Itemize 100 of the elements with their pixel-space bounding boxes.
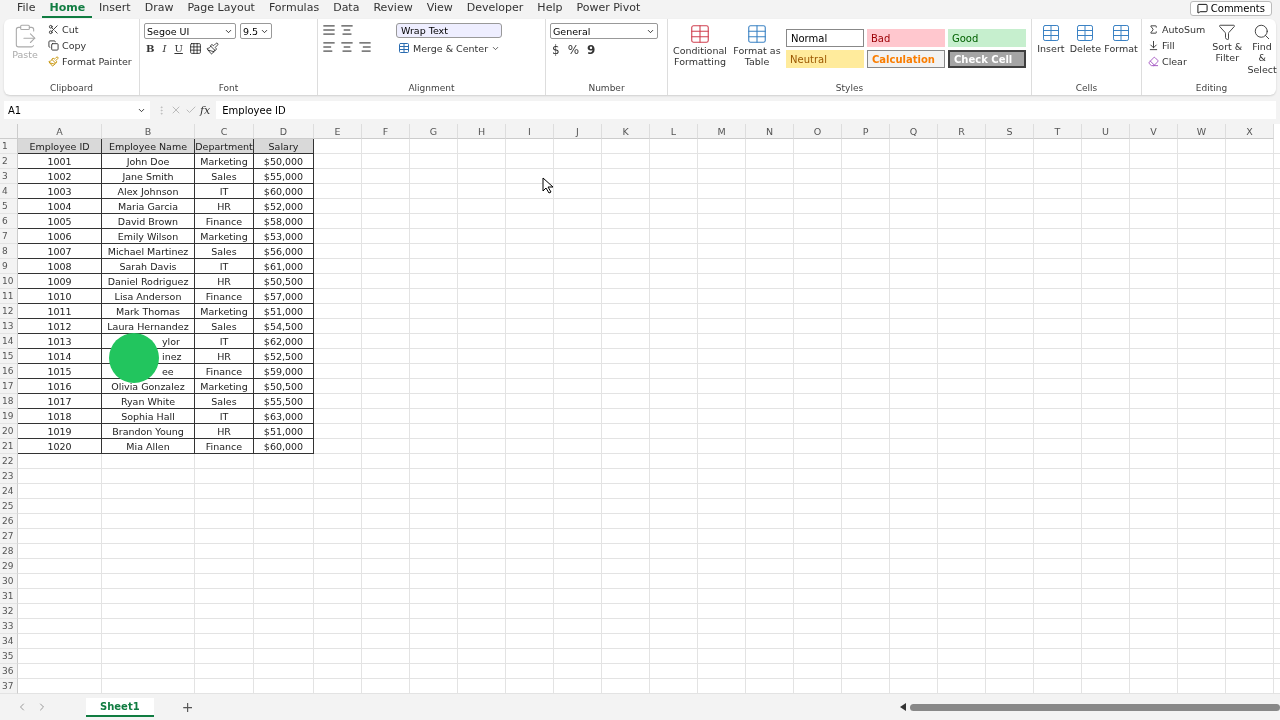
column-header[interactable]: C — [195, 124, 254, 139]
ribbon-tab[interactable]: Power Pivot — [569, 0, 648, 18]
row-header[interactable]: 11 — [0, 289, 18, 304]
underline-button[interactable]: U — [172, 43, 185, 54]
row-header[interactable]: 9 — [0, 259, 18, 274]
fill-button[interactable]: Fill — [1146, 39, 1208, 52]
row-header[interactable]: 5 — [0, 199, 18, 214]
column-header[interactable]: A — [18, 124, 102, 139]
font-size-field[interactable]: 9.5 — [240, 23, 272, 39]
cell-style-tile[interactable]: Neutral — [786, 50, 864, 68]
row-header[interactable]: 30 — [0, 574, 18, 589]
column-header[interactable]: S — [986, 124, 1034, 139]
comments-button[interactable]: Comments — [1189, 1, 1272, 16]
column-header[interactable]: J — [554, 124, 602, 139]
cells-button[interactable]: Insert — [1036, 23, 1066, 83]
insert-function-button[interactable]: fx — [200, 103, 211, 117]
row-header[interactable]: 19 — [0, 409, 18, 424]
column-header[interactable]: G — [410, 124, 458, 139]
column-header[interactable]: X — [1226, 124, 1274, 139]
ribbon-tab[interactable]: Page Layout — [180, 0, 262, 18]
sheet-tab[interactable]: Sheet1 — [86, 697, 154, 717]
column-header[interactable]: H — [458, 124, 506, 139]
row-header[interactable]: 26 — [0, 514, 18, 529]
column-header[interactable]: Q — [890, 124, 938, 139]
row-header[interactable]: 4 — [0, 184, 18, 199]
row-header[interactable]: 17 — [0, 379, 18, 394]
column-header[interactable]: T — [1034, 124, 1082, 139]
column-header[interactable]: W — [1178, 124, 1226, 139]
ribbon-tab[interactable]: Formulas — [261, 0, 327, 18]
row-header[interactable]: 12 — [0, 304, 18, 319]
column-header[interactable]: E — [314, 124, 362, 139]
row-header[interactable]: 1 — [0, 139, 18, 154]
row-header[interactable]: 31 — [0, 589, 18, 604]
column-header[interactable]: N — [746, 124, 794, 139]
column-header[interactable]: B — [102, 124, 195, 139]
cell-style-tile[interactable]: Normal — [786, 29, 864, 47]
row-header[interactable]: 18 — [0, 394, 18, 409]
cut-button[interactable]: Cut — [46, 23, 134, 36]
format-painter-button[interactable]: Format Painter — [46, 55, 134, 68]
row-header[interactable]: 8 — [0, 244, 18, 259]
italic-button[interactable]: I — [160, 43, 169, 54]
ribbon-tab[interactable]: Data — [326, 0, 367, 18]
conditional-formatting-button[interactable]: Conditional Formatting — [672, 23, 728, 83]
row-header[interactable]: 36 — [0, 664, 18, 679]
copy-button[interactable]: Copy — [46, 39, 134, 52]
formula-input[interactable]: Employee ID — [216, 101, 1276, 119]
cell-style-tile[interactable]: Good — [948, 29, 1026, 47]
column-header[interactable]: D — [254, 124, 314, 139]
column-header[interactable]: R — [938, 124, 986, 139]
ribbon-tab[interactable]: Help — [530, 0, 570, 18]
row-header[interactable]: 7 — [0, 229, 18, 244]
wrap-text-button[interactable]: Wrap Text — [396, 23, 503, 38]
font-name-field[interactable]: Segoe UI — [144, 23, 236, 39]
add-sheet-button[interactable]: + — [175, 698, 200, 716]
comma-button[interactable]: 9 — [585, 42, 598, 58]
row-header[interactable]: 29 — [0, 559, 18, 574]
row-header[interactable]: 15 — [0, 349, 18, 364]
row-header[interactable]: 2 — [0, 154, 18, 169]
row-header[interactable]: 25 — [0, 499, 18, 514]
cells-button[interactable]: Delete — [1069, 23, 1101, 83]
row-header[interactable]: 20 — [0, 424, 18, 439]
ribbon-tab[interactable]: Draw — [137, 0, 181, 18]
currency-button[interactable]: $ — [550, 42, 562, 58]
percent-button[interactable]: % — [565, 42, 582, 58]
row-header[interactable]: 37 — [0, 679, 18, 694]
name-box[interactable]: A1 — [4, 101, 150, 119]
column-header[interactable]: P — [842, 124, 890, 139]
ribbon-tab[interactable]: Review — [366, 0, 420, 18]
number-format-field[interactable]: General — [550, 23, 658, 39]
row-header[interactable]: 35 — [0, 649, 18, 664]
column-header[interactable]: U — [1082, 124, 1130, 139]
row-header[interactable]: 13 — [0, 319, 18, 334]
ribbon-tab[interactable]: Insert — [92, 0, 138, 18]
column-header[interactable]: I — [506, 124, 554, 139]
ribbon-tab[interactable]: Developer — [459, 0, 531, 18]
row-header[interactable]: 16 — [0, 364, 18, 379]
row-header[interactable]: 3 — [0, 169, 18, 184]
row-header[interactable]: 33 — [0, 619, 18, 634]
column-header[interactable]: F — [362, 124, 410, 139]
column-header[interactable]: O — [794, 124, 842, 139]
column-header[interactable]: K — [602, 124, 650, 139]
row-header[interactable]: 28 — [0, 544, 18, 559]
row-header[interactable]: 10 — [0, 274, 18, 289]
cell-style-tile[interactable]: Bad — [867, 29, 945, 47]
sort-filter-button[interactable]: Sort & Filter — [1211, 23, 1244, 83]
row-header[interactable]: 6 — [0, 214, 18, 229]
clear-button[interactable]: Clear — [1146, 55, 1208, 68]
column-header[interactable]: M — [698, 124, 746, 139]
row-header[interactable]: 27 — [0, 529, 18, 544]
autosum-button[interactable]: AutoSum — [1146, 23, 1208, 36]
bold-button[interactable]: B — [144, 43, 157, 54]
row-header[interactable]: 14 — [0, 334, 18, 349]
cells-button[interactable]: Format — [1105, 23, 1137, 83]
row-header[interactable]: 21 — [0, 439, 18, 454]
row-header[interactable]: 34 — [0, 634, 18, 649]
find-select-button[interactable]: Find & Select — [1247, 23, 1277, 83]
ribbon-tab[interactable]: File — [10, 0, 43, 18]
row-header[interactable]: 22 — [0, 454, 18, 469]
row-header[interactable]: 23 — [0, 469, 18, 484]
ribbon-tab[interactable]: View — [419, 0, 460, 18]
